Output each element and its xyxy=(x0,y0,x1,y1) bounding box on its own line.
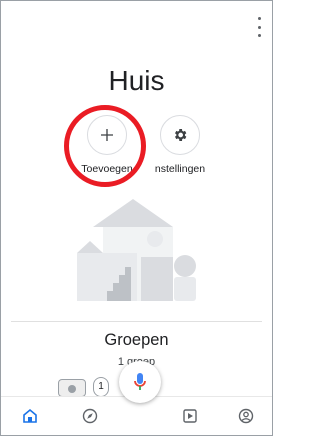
home-icon[interactable] xyxy=(21,407,39,425)
app-screen: Huis Toevoegen nstellingen Groepen 1 gro… xyxy=(0,0,273,436)
page-title: Huis xyxy=(108,65,165,96)
microphone-icon xyxy=(134,373,146,390)
group-count-chip[interactable]: 1 xyxy=(93,377,109,397)
more-vert-icon[interactable] xyxy=(256,17,262,37)
compass-icon[interactable] xyxy=(81,407,99,425)
groups-title: Groepen xyxy=(104,331,169,349)
settings-button[interactable]: nstellingen xyxy=(140,115,220,175)
microphone-button[interactable] xyxy=(119,361,161,403)
device-chip[interactable] xyxy=(58,379,86,397)
media-icon[interactable] xyxy=(181,407,199,425)
highlight-circle xyxy=(64,105,146,187)
settings-label: nstellingen xyxy=(154,163,206,175)
divider xyxy=(11,321,262,322)
home-illustration xyxy=(77,199,196,301)
account-icon[interactable] xyxy=(237,407,255,425)
gear-icon[interactable] xyxy=(160,115,200,155)
